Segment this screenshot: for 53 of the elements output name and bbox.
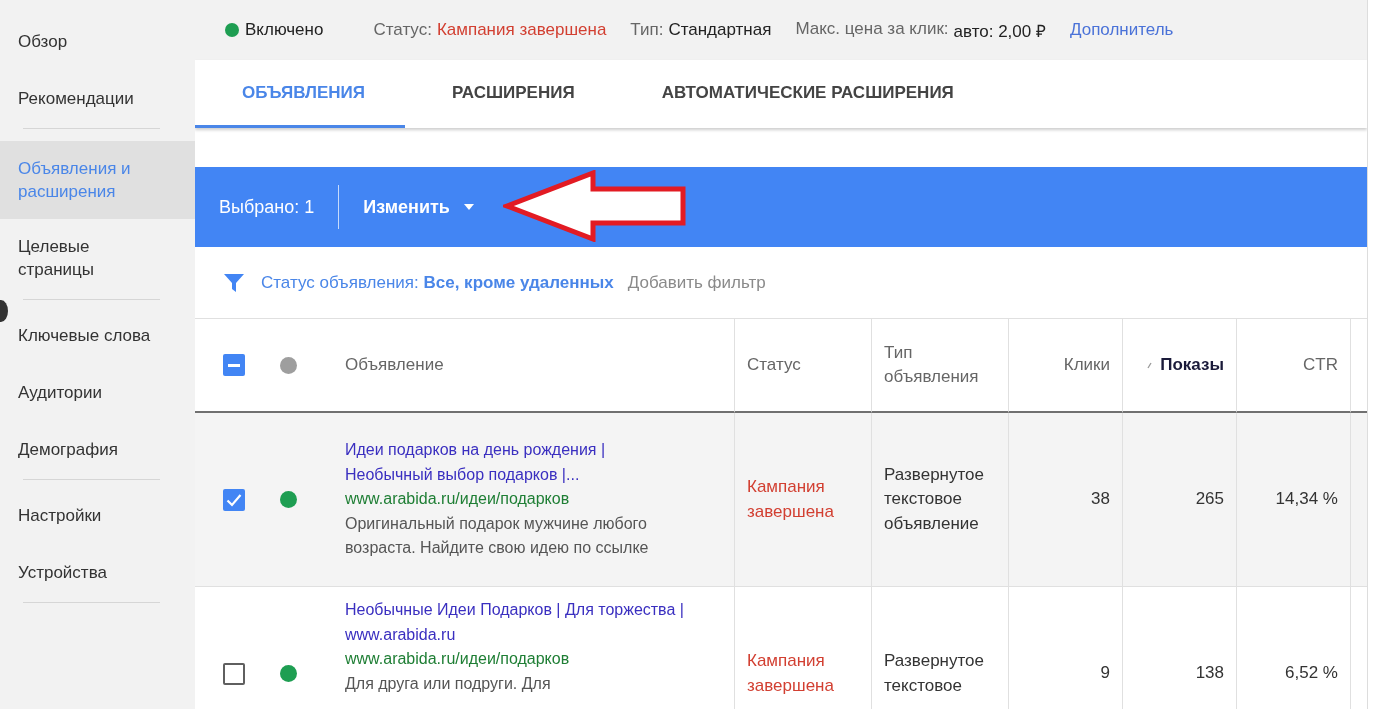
impressions-cell-text: 265 bbox=[1195, 488, 1224, 511]
sort-icon[interactable] bbox=[1147, 361, 1153, 369]
clicks-cell-text: 38 bbox=[1091, 488, 1110, 511]
sidebar-item[interactable]: Ключевые слова bbox=[0, 312, 195, 369]
checkbox[interactable] bbox=[223, 488, 245, 511]
sidebar-item[interactable]: Целевые страницы bbox=[0, 223, 195, 303]
column-header[interactable]: Статус bbox=[747, 352, 801, 378]
column-header[interactable]: Тип объявления bbox=[884, 340, 1008, 390]
field-value: Кампания завершена bbox=[436, 20, 607, 40]
field-label: Тип: bbox=[630, 20, 664, 40]
ad-description: Оригинальный подарок мужчине любого возраста. Найдите свою идею по ссылке bbox=[345, 513, 650, 559]
ad-headline[interactable]: Необычные Идеи Подарков | Для торжества | www.arabida.ru bbox=[345, 598, 684, 647]
column-header[interactable]: CTR bbox=[1303, 352, 1338, 378]
status-cell-text: Кампания завершена bbox=[747, 650, 835, 697]
clicks-cell-text: 9 bbox=[1100, 662, 1110, 685]
sidebar-item[interactable]: Демография bbox=[0, 426, 195, 483]
ad-url: www.arabida.ru/идеи/подарков bbox=[345, 489, 570, 510]
ad-headline[interactable]: Идеи подарков на день рождения | Необычный выбор подарков |... bbox=[345, 438, 684, 488]
filter-chip[interactable]: Статус объявления: Все, кроме удаленных bbox=[261, 272, 614, 293]
field-label: Макс. цена за клик: bbox=[795, 18, 949, 40]
caret-icon bbox=[463, 204, 474, 210]
impressions-cell-text: 138 bbox=[1195, 662, 1224, 685]
add-filter-link[interactable]: Добавить фильтр bbox=[627, 272, 766, 293]
selected-count: Выбрано: 1 bbox=[195, 185, 340, 229]
tab[interactable]: ОБЪЯВЛЕНИЯ bbox=[195, 60, 405, 128]
ctr-cell-text: 14,34 % bbox=[1275, 488, 1338, 511]
column-header[interactable]: Клики bbox=[1063, 352, 1110, 378]
tab[interactable]: АВТОМАТИЧЕСКИЕ РАСШИРЕНИЯ bbox=[614, 60, 994, 128]
sidebar-item[interactable]: Аудитории bbox=[0, 369, 195, 426]
column-header[interactable]: Объявление bbox=[345, 352, 444, 378]
ad-type-cell-text: Развернутое текстовое объявление bbox=[884, 463, 985, 535]
ad-description: Для друга или подруги. Для bbox=[345, 673, 551, 694]
filter-icon[interactable] bbox=[223, 271, 245, 294]
checkbox[interactable] bbox=[223, 354, 245, 376]
column-header[interactable]: Показы bbox=[1160, 352, 1224, 378]
status-cell-text: Кампания завершена bbox=[747, 476, 835, 523]
ctr-cell-text: 6,52 % bbox=[1285, 662, 1338, 685]
sidebar-item[interactable]: Обзор bbox=[0, 18, 195, 75]
sidebar-item[interactable]: Устройства bbox=[0, 549, 195, 606]
edit-button[interactable]: Изменить bbox=[353, 190, 484, 224]
field-label: Статус: bbox=[373, 20, 432, 40]
details-link[interactable]: Дополнитель bbox=[1069, 20, 1174, 40]
checkbox[interactable] bbox=[223, 662, 245, 685]
tab[interactable]: РАСШИРЕНИЯ bbox=[405, 60, 615, 128]
field-value: Стандартная bbox=[668, 20, 772, 40]
table-row[interactable]: Необычные Идеи Подарков | Для торжества | www.arabida.ru www.arabida.ru/идеи/подарков Для друга или подруги. Для Кампания завершена Развернутое текстовое 9 138 6,52 % bbox=[195, 587, 1367, 709]
table-row[interactable] bbox=[195, 413, 1367, 587]
ad-url: www.arabida.ru/идеи/подарков bbox=[345, 649, 570, 669]
enabled-status: Включено bbox=[245, 20, 324, 40]
sidebar-item[interactable]: Рекомендации bbox=[0, 75, 195, 132]
sidebar-item[interactable]: Настройки bbox=[0, 492, 195, 549]
field-value: авто: 2,00 ₽ bbox=[953, 20, 1046, 42]
ad-type-cell-text: Развернутое текстовое bbox=[884, 650, 985, 697]
